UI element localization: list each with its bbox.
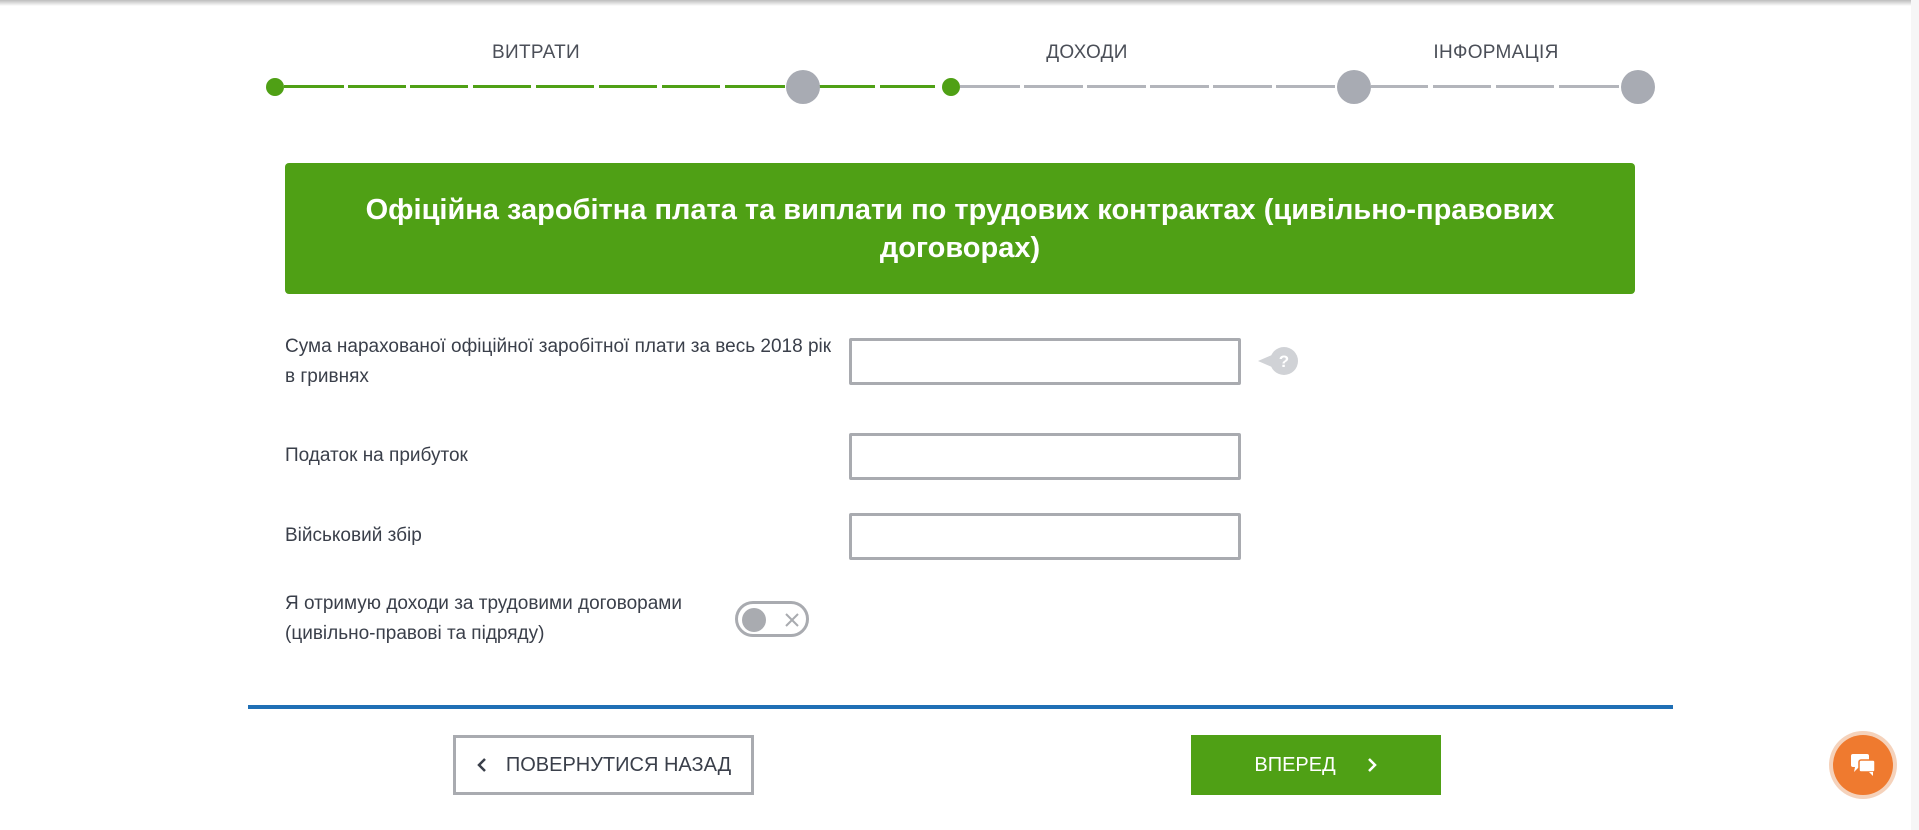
salary-label: Сума нарахованої офіційної заробітної пл… (285, 336, 832, 387)
step-dot-completed (266, 78, 284, 96)
step-segment-pending (1150, 85, 1209, 88)
contracts-toggle[interactable] (735, 601, 809, 637)
step-label-expenses: ВИТРАТИ (492, 42, 580, 63)
step-label-information: ІНФОРМАЦІЯ (1433, 42, 1559, 63)
step-segment-done (348, 85, 406, 88)
step-segment-done (599, 85, 657, 88)
step-milestone-income (1337, 70, 1371, 104)
step-segment-done (410, 85, 468, 88)
toggle-knob (742, 608, 766, 632)
step-segment-pending (1276, 85, 1335, 88)
step-segment-done (473, 85, 531, 88)
step-segment-done (725, 85, 785, 88)
step-segment-pending (1496, 85, 1554, 88)
step-segment-done (662, 85, 720, 88)
chat-button[interactable] (1833, 735, 1893, 795)
contracts-toggle-label: Я отримую доходи за трудовими договорами… (285, 593, 682, 644)
income-tax-input[interactable] (849, 433, 1241, 480)
step-segment-pending (1559, 85, 1619, 88)
close-icon (785, 613, 799, 627)
svg-text:?: ? (1279, 352, 1289, 371)
income-tax-label: Податок на прибуток (285, 445, 468, 466)
step-segment-done (536, 85, 594, 88)
next-button-label: ВПЕРЕД (1254, 753, 1336, 776)
progress-stepper: ВИТРАТИ ДОХОДИ ІНФОРМАЦІЯ (0, 0, 1919, 120)
step-segment-pending (1433, 85, 1491, 88)
question-bubble-icon[interactable]: ? (1258, 346, 1300, 376)
military-levy-input[interactable] (849, 513, 1241, 560)
step-dot-current (942, 78, 960, 96)
step-segment-pending (960, 85, 1020, 88)
next-button[interactable]: ВПЕРЕД (1191, 735, 1441, 795)
section-title: Офіційна заробітна плата та виплати по т… (365, 193, 1555, 264)
step-segment-pending (1024, 85, 1083, 88)
chat-icon (1851, 754, 1876, 776)
step-segment-pending (1213, 85, 1272, 88)
step-segment-pending (1371, 85, 1428, 88)
scrollbar-track[interactable] (1911, 0, 1919, 830)
step-milestone-information (1621, 70, 1655, 104)
back-button[interactable]: ПОВЕРНУТИСЯ НАЗАД (453, 735, 754, 795)
step-segment-pending (1087, 85, 1146, 88)
step-segment-done (819, 85, 875, 88)
back-button-label: ПОВЕРНУТИСЯ НАЗАД (505, 753, 732, 776)
salary-input[interactable] (849, 338, 1241, 385)
chevron-right-icon (1367, 758, 1377, 772)
chevron-left-icon (477, 758, 486, 772)
section-banner: Офіційна заробітна плата та виплати по т… (285, 163, 1635, 294)
section-divider (248, 705, 1673, 709)
step-milestone-expenses (786, 70, 820, 104)
military-levy-label: Військовий збір (285, 525, 422, 546)
step-label-income: ДОХОДИ (1046, 42, 1128, 63)
step-segment-done (284, 85, 344, 88)
step-segment-done (880, 85, 935, 88)
